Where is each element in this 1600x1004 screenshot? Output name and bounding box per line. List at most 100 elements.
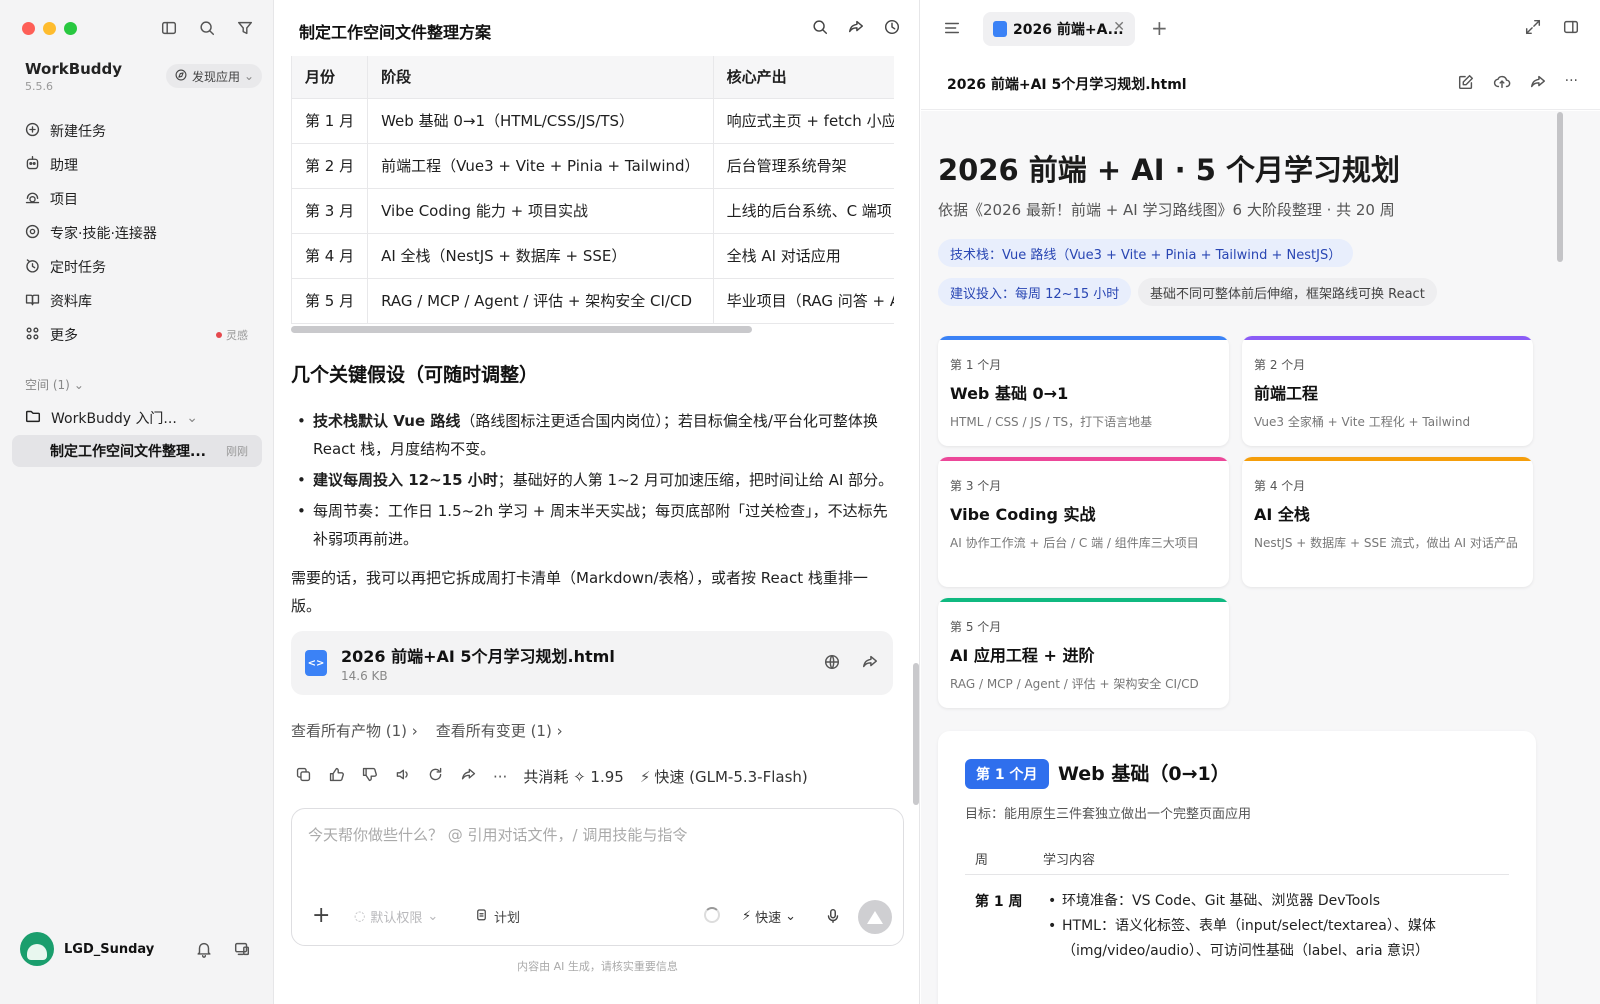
assistant-icon [24,155,41,176]
sidebar-item-assistant[interactable]: 助理 [12,148,262,182]
minimize-window-button[interactable] [43,22,56,35]
speed-selector[interactable]: ⚡ 快速 ⌄ [742,907,796,926]
menu-icon[interactable] [943,19,961,41]
sidebar-item-new-task[interactable]: 新建任务 [12,114,262,148]
share-icon[interactable] [861,653,879,675]
app-version: 5.5.6 [25,80,53,93]
week-label: 第 1 周 [975,894,1023,910]
sidebar-item-label: 专家·技能·连接器 [50,226,157,242]
globe-icon[interactable] [823,653,841,675]
expand-icon[interactable] [1524,18,1542,40]
preview-header: 2026 前端+AI 5个月学习规划.html ··· [921,56,1600,110]
search-icon[interactable] [198,19,216,41]
month-card-label: 第 4 个月 [1254,479,1306,493]
month-card-desc: RAG / MCP / Agent / 评估 + 架构安全 CI/CD [950,677,1199,691]
permission-selector[interactable]: ◌ 默认权限 ⌄ [354,907,438,926]
close-icon[interactable]: ✕ [1113,19,1125,35]
plan-label: 计划 [494,911,521,926]
preview-scrollbar[interactable] [1557,112,1563,262]
folder-label: WorkBuddy 入门... [51,411,177,427]
list-item: 环境准备：VS Code、Git 基础、浏览器 DevTools [1046,889,1486,914]
chat-scrollbar[interactable] [913,663,919,805]
file-size: 14.6 KB [341,669,388,683]
file-attachment-card[interactable]: <> 2026 前端+AI 5个月学习规划.html 14.6 KB [291,631,893,695]
bell-icon[interactable] [195,940,213,962]
clock-icon [24,257,41,278]
table-cell: Vibe Coding 能力 + 项目实战 [367,188,714,234]
sidebar-item-experts[interactable]: 专家·技能·连接器 [12,216,262,250]
preview-filename: 2026 前端+AI 5个月学习规划.html [947,77,1187,93]
share-icon[interactable] [1529,73,1547,95]
view-all-changes-link[interactable]: 查看所有变更 (1) › [436,720,563,741]
sidebar: WorkBuddy 5.5.6 发现应用 ⌄ 新建任务 助理 项目 专家·技能·… [0,0,274,1004]
close-window-button[interactable] [22,22,35,35]
share-icon[interactable] [847,18,865,40]
month-card: 第 1 个月 Web 基础 0→1 HTML / CSS / JS / TS，打… [938,336,1229,446]
preview-tab[interactable]: 2026 前端+A... ✕ [983,12,1135,46]
speaker-icon[interactable] [394,766,411,787]
month-card-desc: Vue3 全家桶 + Vite 工程化 + Tailwind [1254,415,1471,429]
view-all-artifacts-link[interactable]: 查看所有产物 (1) › [291,720,418,741]
discover-icon [174,68,188,85]
space-label: 空间 (1) [25,378,70,392]
panel-toggle-icon[interactable] [1562,18,1580,40]
more-icon[interactable]: ··· [1565,73,1578,95]
month-detail-card: 第 1 个月 Web 基础（0→1） 目标：能用原生三件套独立做出一个完整页面应… [938,731,1536,1004]
ai-disclaimer: 内容由 AI 生成，请核实重要信息 [517,960,678,973]
book-icon [24,291,41,312]
space-section-toggle[interactable]: 空间 (1) ⌄ [25,376,84,393]
upload-cloud-icon[interactable] [1493,73,1511,95]
permission-label: 默认权限 [370,911,423,926]
history-icon[interactable] [883,18,901,40]
plan-toggle[interactable]: 计划 [474,907,520,926]
edit-icon[interactable] [1457,73,1475,95]
grid-icon [24,325,41,346]
month-card-title: AI 应用工程 + 进阶 [950,646,1095,665]
microphone-icon[interactable] [824,907,842,929]
table-horizontal-scrollbar[interactable] [291,326,752,333]
month-card: 第 3 个月 Vibe Coding 实战 AI 协作工作流 + 后台 / C … [938,457,1229,587]
thumbs-down-icon[interactable] [361,766,378,787]
task-list-item-active[interactable]: 制定工作空间文件整理... 刚刚 [12,435,262,467]
chevron-down-icon: ⌄ [427,909,439,924]
username: LGD_Sunday [64,941,155,957]
discover-apps-button[interactable]: 发现应用 ⌄ [166,64,263,88]
device-icon[interactable] [233,940,251,962]
list-item: HTML：语义化标签、表单（input/select/textarea）、媒体（… [1046,914,1486,964]
add-attachment-button[interactable]: + [312,905,330,927]
table-cell: 第 2 月 [292,143,369,189]
month-card-title: AI 全栈 [1254,505,1310,524]
week-content-list: 环境准备：VS Code、Git 基础、浏览器 DevTools HTML：语义… [1046,889,1486,964]
table-cell: 上线的后台系统、C 端项目 [713,188,894,234]
table-header-row: 月份 阶段 核心产出 [292,56,894,99]
workspace-folder[interactable]: WorkBuddy 入门... ⌄ [12,402,262,434]
sidebar-item-label: 资料库 [50,294,92,310]
sidebar-item-scheduled-tasks[interactable]: 定时任务 [12,250,262,284]
inspiration-badge: 灵感 [216,327,248,343]
table-header-cell: 核心产出 [713,56,894,99]
copy-icon[interactable] [295,766,312,787]
send-button[interactable] [858,900,892,934]
message-input[interactable] [308,823,868,847]
user-profile[interactable]: LGD_Sunday [20,932,154,966]
new-tab-button[interactable]: + [1151,16,1168,40]
refresh-icon[interactable] [427,766,444,787]
expert-icon [24,223,41,244]
task-label: 制定工作空间文件整理... [50,444,206,460]
table-cell: RAG / MCP / Agent / 评估 + 架构安全 CI/CD [367,278,714,324]
share-icon[interactable] [460,766,477,787]
table-cell: AI 全栈（NestJS + 数据库 + SSE） [367,233,714,279]
sidebar-toggle-icon[interactable] [160,19,178,41]
sidebar-item-more[interactable]: 更多 灵感 [12,318,262,352]
closing-paragraph: 需要的话，我可以再把它拆成周打卡清单（Markdown/表格），或者按 Reac… [291,569,868,615]
filter-icon[interactable] [236,19,254,41]
thumbs-up-icon[interactable] [328,766,345,787]
bullet-text: ；基础好的人第 1~2 月可加速压缩，把时间让给 AI 部分。 [497,471,894,489]
sidebar-item-library[interactable]: 资料库 [12,284,262,318]
more-icon[interactable]: ··· [493,768,507,786]
html-preview-document[interactable]: 2026 前端 + AI · 5 个月学习规划 依据《2026 最新！前端 + … [921,111,1600,1004]
sidebar-item-projects[interactable]: 项目 [12,182,262,216]
zoom-window-button[interactable] [64,22,77,35]
plan-table-container[interactable]: 月份 阶段 核心产出 第 1 月 Web 基础 0→1（HTML/CSS/JS/… [291,56,894,324]
search-icon[interactable] [811,18,829,40]
